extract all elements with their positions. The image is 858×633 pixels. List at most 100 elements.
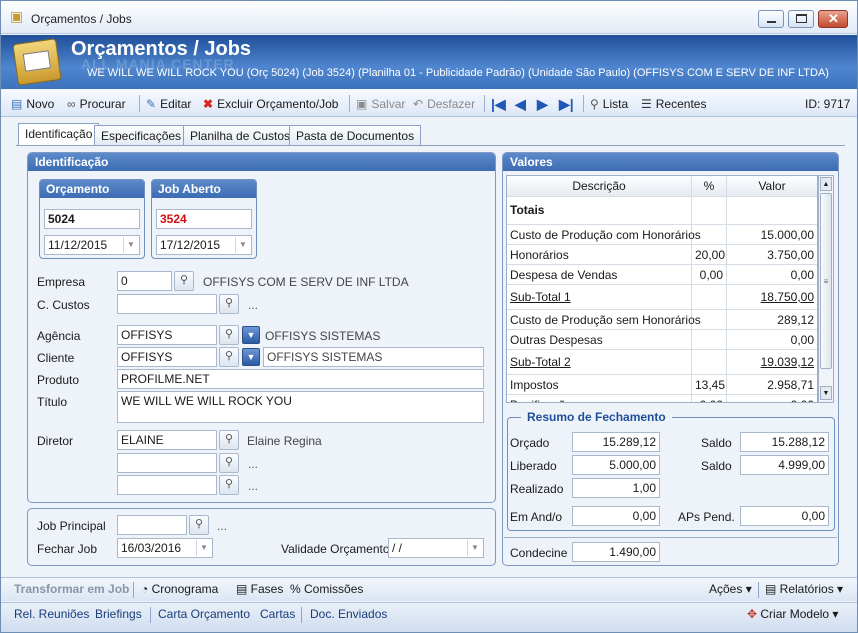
- empresa-code-field[interactable]: 0: [117, 271, 172, 291]
- fases-button[interactable]: ▤ Fases: [236, 582, 283, 596]
- cliente-name-field[interactable]: OFFISYS SISTEMAS: [263, 347, 484, 367]
- saldo-orcado-field[interactable]: 15.288,12: [740, 432, 829, 452]
- undo-button[interactable]: ↶ Desfazer: [413, 95, 475, 113]
- valores-panel-title: Valores: [503, 153, 838, 171]
- condecine-field[interactable]: 1.490,00: [572, 542, 660, 562]
- realizado-field[interactable]: 1,00: [572, 478, 660, 498]
- valores-scrollbar[interactable]: ▲ ≡ ▼: [818, 175, 834, 403]
- aps-pendentes-field[interactable]: 0,00: [740, 506, 829, 526]
- table-row[interactable]: Honorários 20,00 3.750,00: [507, 245, 817, 265]
- rel-reunioes-link[interactable]: Rel. Reuniões: [14, 607, 89, 621]
- search-button[interactable]: ∞ Procurar: [67, 95, 126, 113]
- orcamento-number-field[interactable]: 5024: [44, 209, 140, 229]
- ccustos-code-field[interactable]: [117, 294, 217, 314]
- row-valor: [727, 197, 817, 224]
- tab-planilha-custos[interactable]: Planilha de Custos: [183, 125, 298, 146]
- saldo-liberado-field[interactable]: 4.999,00: [740, 455, 829, 475]
- cartas-link[interactable]: Cartas: [260, 607, 295, 621]
- agencia-search-button[interactable]: ⚲: [219, 325, 239, 345]
- job-number-field[interactable]: 3524: [156, 209, 252, 229]
- table-row[interactable]: Custo de Produção sem Honorários 289,12: [507, 310, 817, 330]
- row-descricao: Sub-Total 2: [507, 350, 692, 374]
- table-row[interactable]: Sub-Total 1 18.750,00: [507, 285, 817, 310]
- carta-orcamento-link[interactable]: Carta Orçamento: [158, 607, 250, 621]
- diretor-2-name: ...: [248, 457, 259, 471]
- saldo-orcado-label: Saldo: [701, 436, 732, 450]
- condecine-label: Condecine: [510, 546, 568, 560]
- produto-field[interactable]: PROFILME.NET: [117, 369, 484, 389]
- agencia-code-field[interactable]: OFFISYS: [117, 325, 217, 345]
- new-button[interactable]: ▤ Novo: [11, 95, 54, 113]
- column-header-descricao[interactable]: Descrição: [507, 176, 692, 196]
- maximize-button[interactable]: [788, 10, 814, 28]
- job-principal-search-button[interactable]: ⚲: [189, 515, 209, 535]
- diretor-code-field[interactable]: ELAINE: [117, 430, 217, 450]
- tab-pasta-documentos[interactable]: Pasta de Documentos: [289, 125, 422, 146]
- previous-record-button[interactable]: ◀: [515, 95, 526, 113]
- validade-date-field[interactable]: / / ▼: [388, 538, 484, 558]
- edit-button[interactable]: ✎ Editar: [146, 95, 191, 113]
- liberado-field[interactable]: 5.000,00: [572, 455, 660, 475]
- row-percent: [692, 197, 727, 224]
- empresa-search-button[interactable]: ⚲: [174, 271, 194, 291]
- page-subtitle: WE WILL WE WILL ROCK YOU (Orç 5024) (Job…: [87, 67, 829, 79]
- table-row[interactable]: Outras Despesas 0,00: [507, 330, 817, 350]
- table-row[interactable]: Sub-Total 2 19.039,12: [507, 350, 817, 375]
- em-andamento-field[interactable]: 0,00: [572, 506, 660, 526]
- search-icon: ⚲: [224, 433, 234, 445]
- acoes-menu[interactable]: Ações ▾: [709, 582, 752, 596]
- ccustos-search-button[interactable]: ⚲: [219, 294, 239, 314]
- first-record-button[interactable]: |◀: [491, 95, 506, 113]
- table-row[interactable]: Despesa de Vendas 0,00 0,00: [507, 265, 817, 285]
- comissoes-button[interactable]: % Comissões: [290, 582, 363, 596]
- scroll-up-icon[interactable]: ▲: [820, 177, 832, 191]
- recent-button[interactable]: ☰ Recentes: [641, 95, 706, 113]
- search-icon: ⚲: [224, 456, 234, 468]
- last-record-button[interactable]: ▶|: [559, 95, 574, 113]
- diretor-2-search-button[interactable]: ⚲: [219, 453, 239, 473]
- orcado-field[interactable]: 15.289,12: [572, 432, 660, 452]
- orcamento-date-field[interactable]: 11/12/2015 ▼: [44, 235, 140, 255]
- diretor-search-button[interactable]: ⚲: [219, 430, 239, 450]
- table-row[interactable]: Impostos 13,45 2.958,71: [507, 375, 817, 395]
- column-header-percent[interactable]: %: [692, 176, 727, 196]
- scroll-down-icon[interactable]: ▼: [820, 386, 832, 400]
- scroll-thumb[interactable]: ≡: [820, 193, 832, 369]
- tab-identificacao[interactable]: Identificação: [18, 123, 100, 146]
- row-valor: 0,00: [790, 268, 814, 282]
- agencia-dropdown-button[interactable]: ▼: [242, 326, 260, 344]
- cliente-code-field[interactable]: OFFISYS: [117, 347, 217, 367]
- doc-enviados-link[interactable]: Doc. Enviados: [310, 607, 387, 621]
- cliente-dropdown-button[interactable]: ▼: [242, 348, 260, 366]
- briefings-link[interactable]: Briefings: [95, 607, 142, 621]
- row-percent: 0,00: [692, 395, 727, 402]
- diretor-2-code-field[interactable]: [117, 453, 217, 473]
- table-row[interactable]: Bonificação0,000,00: [507, 395, 817, 402]
- close-button[interactable]: ✕: [818, 10, 848, 28]
- fechar-job-date-field[interactable]: 16/03/2016 ▼: [117, 538, 213, 558]
- liberado-label: Liberado: [510, 459, 557, 473]
- save-button[interactable]: ▣ Salvar: [356, 95, 405, 113]
- diretor-3-code-field[interactable]: [117, 475, 217, 495]
- list-button[interactable]: ⚲ Lista: [590, 95, 628, 113]
- cronograma-button[interactable]: ◔ Cronograma: [141, 582, 218, 596]
- titulo-field[interactable]: WE WILL WE WILL ROCK YOU: [117, 391, 484, 423]
- relatorios-menu[interactable]: ▤ Relatórios ▾: [765, 582, 843, 596]
- chevron-down-icon: ▼: [246, 330, 256, 340]
- table-row[interactable]: Totais: [507, 197, 817, 225]
- tab-especificacoes[interactable]: Especificações: [94, 125, 189, 146]
- bar-separator: [150, 607, 151, 623]
- next-record-button[interactable]: ▶: [537, 95, 548, 113]
- job-date-field[interactable]: 17/12/2015 ▼: [156, 235, 252, 255]
- table-row[interactable]: Custo de Produção com Honorários 15.000,0…: [507, 225, 817, 245]
- cliente-search-button[interactable]: ⚲: [219, 347, 239, 367]
- criar-modelo-menu[interactable]: ✥ Criar Modelo ▾: [747, 607, 838, 621]
- diretor-3-search-button[interactable]: ⚲: [219, 475, 239, 495]
- column-header-valor[interactable]: Valor: [727, 176, 817, 196]
- row-descricao: Impostos: [507, 375, 692, 394]
- delete-button[interactable]: ✖ Excluir Orçamento/Job: [203, 95, 338, 113]
- search-icon: ⚲: [224, 350, 234, 362]
- job-principal-field[interactable]: [117, 515, 187, 535]
- transformar-em-job-button[interactable]: Transformar em Job: [14, 582, 129, 596]
- minimize-button[interactable]: [758, 10, 784, 28]
